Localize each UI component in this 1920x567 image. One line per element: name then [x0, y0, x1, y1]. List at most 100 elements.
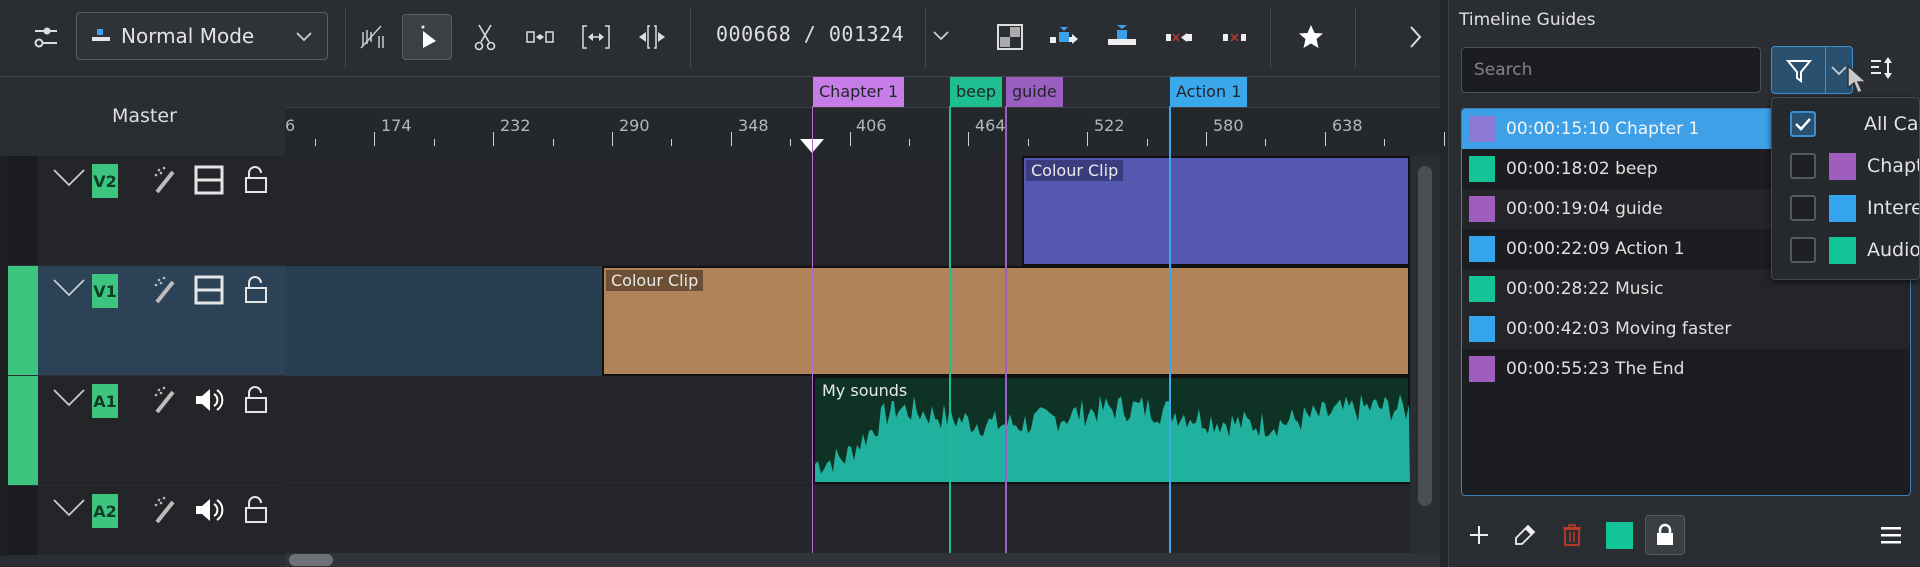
edit-mode-select[interactable]: Normal Mode: [76, 12, 328, 60]
edit-guide-button[interactable]: [1505, 515, 1545, 555]
multicam-tool-button[interactable]: [627, 14, 677, 60]
category-option-chapter[interactable]: Chapt: [1772, 145, 1919, 187]
track-lane-v1[interactable]: Colour Clip: [285, 266, 1410, 376]
ruler-tick: [1027, 139, 1029, 146]
pencil-icon: [1515, 524, 1536, 545]
guide-list-item[interactable]: 00:00:42:03 Moving faster: [1462, 309, 1910, 349]
lock-guides-button[interactable]: [1645, 515, 1685, 555]
guide-text: 00:00:42:03 Moving faster: [1506, 319, 1732, 339]
track-active-indicator[interactable]: [8, 266, 38, 375]
category-option-interest[interactable]: Intere: [1772, 187, 1919, 229]
track-tag[interactable]: A1: [92, 384, 118, 418]
track-active-indicator[interactable]: [8, 376, 38, 485]
insert-clip-button[interactable]: [1040, 14, 1090, 60]
delete-guide-button[interactable]: [1552, 515, 1592, 555]
colour-clip-v2[interactable]: Colour Clip: [1022, 156, 1410, 266]
speaker-icon[interactable]: [193, 494, 225, 526]
track-header-a2[interactable]: A2: [8, 486, 285, 556]
mouse-cursor-icon: [1847, 64, 1868, 95]
speaker-icon[interactable]: [193, 384, 225, 416]
panel-title: Timeline Guides: [1459, 10, 1596, 30]
audio-clip-my-sounds[interactable]: My sounds: [813, 376, 1410, 484]
toolbar-separator: [925, 8, 926, 68]
guide-flag-guide[interactable]: guide: [1006, 77, 1063, 107]
category-label: All Ca: [1864, 113, 1919, 135]
spacer-tool-button[interactable]: [347, 14, 397, 60]
track-header-a1[interactable]: A1: [8, 376, 285, 486]
effects-wand-icon[interactable]: [149, 164, 181, 196]
split-audio-button[interactable]: [985, 14, 1035, 60]
category-option-audio[interactable]: Audio: [1772, 229, 1919, 271]
category-checkbox[interactable]: [1790, 111, 1816, 137]
panel-menu-button[interactable]: [1871, 515, 1911, 555]
selection-tool-button[interactable]: [402, 14, 452, 60]
effects-wand-icon[interactable]: [149, 274, 181, 306]
track-lane-a2[interactable]: [285, 486, 1410, 556]
horizontal-scrollbar-thumb[interactable]: [289, 554, 333, 566]
guide-list-item[interactable]: 00:00:55:23 The End: [1462, 349, 1910, 389]
overwrite-clip-button[interactable]: [1097, 14, 1147, 60]
guide-category-color-button[interactable]: [1599, 515, 1639, 555]
category-filter-button[interactable]: [1771, 46, 1853, 94]
unlocked-icon[interactable]: [241, 274, 273, 306]
timecode-display[interactable]: 000668 / 001324: [716, 22, 904, 46]
guide-flag-beep[interactable]: beep: [950, 77, 1002, 107]
collapse-track-icon[interactable]: [52, 278, 86, 298]
film-strip-icon[interactable]: [193, 274, 225, 306]
lift-zone-button[interactable]: [1210, 14, 1260, 60]
ruler-tick: [374, 132, 376, 146]
filter-funnel-icon: [1786, 60, 1812, 83]
collapse-track-icon[interactable]: [52, 498, 86, 518]
edit-mode-label: Normal Mode: [121, 24, 255, 48]
normal-mode-icon: [92, 29, 110, 41]
guide-flag-action-1[interactable]: Action 1: [1170, 77, 1248, 107]
vertical-scrollbar-thumb[interactable]: [1418, 166, 1432, 506]
track-tag[interactable]: V2: [92, 164, 118, 198]
horizontal-scrollbar[interactable]: [285, 553, 1440, 567]
checkmark-icon: [1795, 118, 1811, 131]
slip-tool-button[interactable]: [571, 14, 621, 60]
ruler-tick: [1384, 139, 1386, 146]
category-checkbox[interactable]: [1790, 237, 1816, 263]
add-guide-button[interactable]: [1459, 515, 1499, 555]
track-header-v1[interactable]: V1: [8, 266, 285, 376]
track-tag[interactable]: V1: [92, 274, 118, 308]
unlocked-icon[interactable]: [241, 494, 273, 526]
category-checkbox[interactable]: [1790, 195, 1816, 221]
timeline-settings-button[interactable]: [21, 14, 71, 60]
track-tag[interactable]: A2: [92, 494, 118, 528]
collapse-track-icon[interactable]: [52, 388, 86, 408]
toolbar-separator: [1270, 8, 1271, 68]
razor-tool-button[interactable]: [460, 14, 510, 60]
vertical-scrollbar[interactable]: [1410, 156, 1440, 556]
guide-flag-chapter-1[interactable]: Chapter 1: [813, 77, 905, 107]
effects-wand-icon[interactable]: [149, 494, 181, 526]
film-strip-icon[interactable]: [193, 164, 225, 196]
unlocked-icon[interactable]: [241, 164, 273, 196]
toolbar-separator: [1355, 8, 1356, 68]
favorite-button[interactable]: [1286, 14, 1336, 60]
category-checkbox[interactable]: [1790, 153, 1816, 179]
track-active-indicator[interactable]: [8, 156, 38, 265]
ruler-tick: [1087, 132, 1089, 146]
track-lane-a1[interactable]: My sounds: [285, 376, 1410, 486]
track-lane-v2[interactable]: Colour Clip: [285, 156, 1410, 266]
guide-search-input[interactable]: [1461, 47, 1761, 93]
timeline-ruler[interactable]: 6 174 232 290 348 406 464 522 580 638: [285, 107, 1445, 157]
sort-icon[interactable]: [1869, 55, 1897, 83]
extract-zone-button[interactable]: [1155, 14, 1205, 60]
collapse-track-icon[interactable]: [52, 168, 86, 188]
sliders-icon: [34, 27, 57, 48]
track-active-indicator[interactable]: [8, 486, 38, 555]
unlocked-icon[interactable]: [241, 384, 273, 416]
category-option-all[interactable]: All Ca: [1772, 103, 1919, 145]
ruler-tick: [1443, 132, 1445, 146]
insert-icon: [1050, 27, 1078, 44]
clip-label: My sounds: [817, 380, 913, 401]
chevron-down-icon[interactable]: [930, 24, 952, 46]
ripple-tool-button[interactable]: [515, 14, 565, 60]
track-header-v2[interactable]: V2: [8, 156, 285, 266]
timeline-toolbar: Normal Mode 000668 / 001324: [0, 0, 1440, 76]
toolbar-more-button[interactable]: [1390, 14, 1440, 60]
effects-wand-icon[interactable]: [149, 384, 181, 416]
